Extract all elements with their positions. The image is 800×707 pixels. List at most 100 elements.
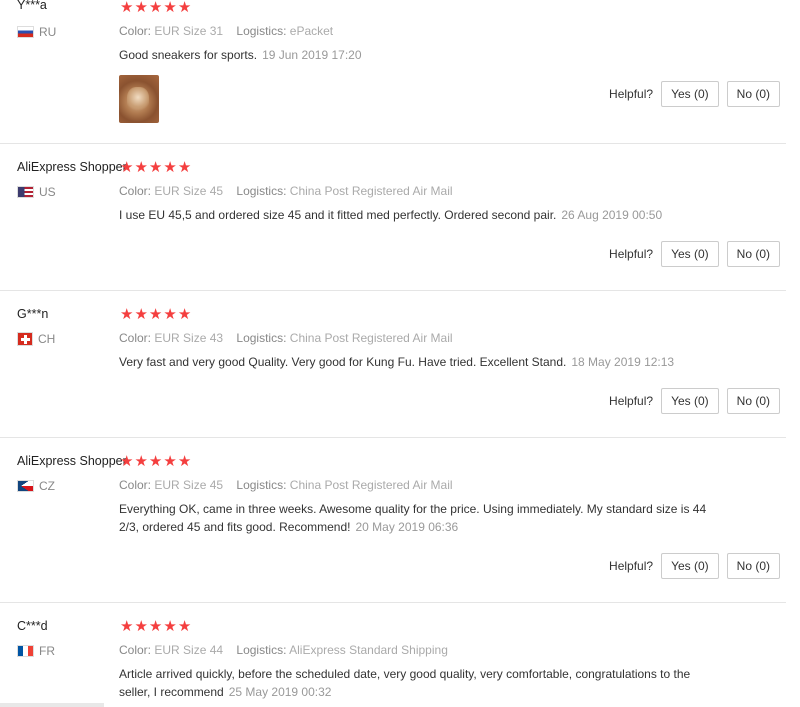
star-icon: ★ (148, 306, 163, 323)
review-meta: Color: EUR Size 45 Logistics: China Post… (119, 478, 453, 492)
review-item: Y***a ★ ★ ★ ★ ★ RU Color: EUR Size 31 Logist… (0, 0, 786, 144)
review-text: Article arrived quickly, before the sche… (119, 665, 704, 701)
star-icon: ★ (120, 453, 134, 470)
rating-stars: ★ ★ ★ ★ ★ (120, 454, 191, 469)
helpful-label: Helpful? (609, 394, 654, 408)
color-value: EUR Size 45 (154, 478, 224, 492)
helpful-yes-button[interactable]: Yes (0) (661, 81, 719, 107)
star-icon: ★ (177, 453, 192, 470)
logistics-value: AliExpress Standard Shipping (289, 643, 448, 657)
star-icon: ★ (177, 306, 192, 323)
helpful-vote: Helpful? Yes (0) No (0) (609, 81, 780, 107)
logistics-value: ePacket (289, 24, 334, 38)
review-item: C***d ★ ★ ★ ★ ★ FR Color: EUR Size 44 Logist… (0, 603, 786, 707)
color-label: Color: (119, 478, 152, 492)
star-icon: ★ (134, 306, 148, 323)
color-label: Color: (119, 24, 152, 38)
flag-ch-icon (17, 332, 33, 346)
flag-ru-icon (17, 26, 34, 38)
review-item: G***n ★ ★ ★ ★ ★ CH Color: EUR Size 43 Logist… (0, 291, 786, 438)
helpful-vote: Helpful? Yes (0) No (0) (609, 553, 780, 579)
star-icon: ★ (134, 159, 148, 176)
logistics-label: Logistics: (236, 331, 287, 345)
star-icon: ★ (163, 453, 177, 470)
country-code: RU (39, 25, 57, 39)
reviewer-name: AliExpress Shopper (17, 160, 127, 174)
logistics-label: Logistics: (236, 478, 287, 492)
reviewer-country: US (17, 185, 56, 199)
helpful-label: Helpful? (609, 559, 654, 573)
review-meta: Color: EUR Size 31 Logistics: ePacket (119, 24, 333, 38)
review-date: 20 May 2019 06:36 (355, 520, 459, 534)
reviewer-name: Y***a (17, 0, 47, 12)
helpful-yes-button[interactable]: Yes (0) (661, 553, 719, 579)
reviewer-country: RU (17, 25, 56, 39)
review-meta: Color: EUR Size 45 Logistics: China Post… (119, 184, 453, 198)
logistics-value: China Post Registered Air Mail (289, 184, 453, 198)
reviewer-name: C***d (17, 619, 48, 633)
logistics-label: Logistics: (236, 184, 287, 198)
reviewer-country: FR (17, 644, 55, 658)
helpful-no-button[interactable]: No (0) (726, 388, 780, 414)
rating-stars: ★ ★ ★ ★ ★ (120, 160, 191, 175)
star-icon: ★ (120, 306, 134, 323)
helpful-yes-button[interactable]: Yes (0) (661, 388, 719, 414)
star-icon: ★ (120, 0, 134, 16)
helpful-vote: Helpful? Yes (0) No (0) (609, 241, 780, 267)
helpful-label: Helpful? (609, 87, 654, 101)
star-icon: ★ (148, 159, 163, 176)
review-text: Very fast and very good Quality. Very go… (119, 353, 719, 371)
color-label: Color: (119, 184, 152, 198)
review-body: Very fast and very good Quality. Very go… (119, 355, 567, 369)
star-icon: ★ (163, 618, 177, 635)
horizontal-scrollbar[interactable] (0, 703, 104, 707)
review-date: 26 Aug 2019 00:50 (561, 208, 663, 222)
color-value: EUR Size 44 (154, 643, 224, 657)
helpful-no-button[interactable]: No (0) (726, 553, 780, 579)
review-item: AliExpress Shopper ★ ★ ★ ★ ★ US Color: EUR S… (0, 144, 786, 291)
logistics-label: Logistics: (236, 643, 287, 657)
helpful-label: Helpful? (609, 247, 654, 261)
flag-cz-icon (17, 480, 34, 492)
country-code: US (39, 185, 56, 199)
logistics-value: China Post Registered Air Mail (289, 478, 453, 492)
flag-fr-icon (17, 645, 34, 657)
rating-stars: ★ ★ ★ ★ ★ (120, 619, 191, 634)
star-icon: ★ (177, 159, 192, 176)
star-icon: ★ (148, 618, 163, 635)
review-text: I use EU 45,5 and ordered size 45 and it… (119, 206, 719, 224)
country-code: CZ (39, 479, 55, 493)
reviewer-name: G***n (17, 307, 49, 321)
helpful-no-button[interactable]: No (0) (726, 241, 780, 267)
color-value: EUR Size 31 (154, 24, 224, 38)
review-date: 25 May 2019 00:32 (228, 685, 332, 699)
flag-us-icon (17, 186, 34, 198)
review-photo-thumbnail[interactable] (119, 75, 159, 123)
reviewer-country: CZ (17, 479, 55, 493)
star-icon: ★ (120, 159, 134, 176)
helpful-no-button[interactable]: No (0) (726, 81, 780, 107)
review-date: 18 May 2019 12:13 (571, 355, 675, 369)
helpful-yes-button[interactable]: Yes (0) (661, 241, 719, 267)
reviewer-country: CH (17, 332, 55, 346)
logistics-value: China Post Registered Air Mail (289, 331, 453, 345)
color-label: Color: (119, 331, 152, 345)
star-icon: ★ (148, 0, 163, 16)
review-text: Everything OK, came in three weeks. Awes… (119, 500, 709, 536)
star-icon: ★ (163, 306, 177, 323)
star-icon: ★ (120, 618, 134, 635)
star-icon: ★ (134, 618, 148, 635)
star-icon: ★ (163, 159, 177, 176)
rating-stars: ★ ★ ★ ★ ★ (120, 307, 191, 322)
country-code: CH (38, 332, 56, 346)
star-icon: ★ (177, 0, 192, 16)
color-value: EUR Size 45 (154, 184, 224, 198)
logistics-label: Logistics: (236, 24, 287, 38)
review-body: Good sneakers for sports. (119, 48, 258, 62)
color-value: EUR Size 43 (154, 331, 224, 345)
review-meta: Color: EUR Size 43 Logistics: China Post… (119, 331, 453, 345)
star-icon: ★ (134, 0, 148, 16)
reviewer-name: AliExpress Shopper (17, 454, 127, 468)
star-icon: ★ (177, 618, 192, 635)
star-icon: ★ (134, 453, 148, 470)
